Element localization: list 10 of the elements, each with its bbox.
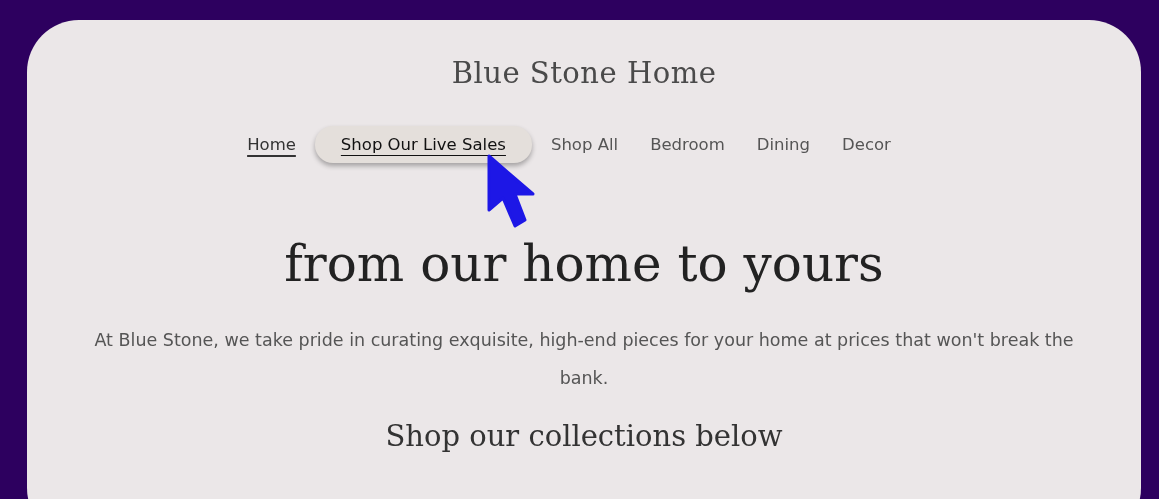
cursor-icon: [486, 154, 535, 230]
section-heading: Shop our collections below: [385, 419, 783, 453]
intro-paragraph: At Blue Stone, we take pride in curating exquisite, high-end pieces for your home at prices that won't break the bank.: [93, 329, 1075, 390]
nav-link[interactable]: Shop All: [537, 126, 632, 163]
nav-link[interactable]: Decor: [829, 126, 904, 163]
nav-link[interactable]: Home: [234, 126, 309, 163]
site-title: Blue Stone Home: [451, 56, 717, 90]
nav-link[interactable]: Dining: [743, 126, 824, 163]
headline: from our home to yours: [284, 235, 884, 293]
nav-link[interactable]: Bedroom: [637, 126, 738, 163]
